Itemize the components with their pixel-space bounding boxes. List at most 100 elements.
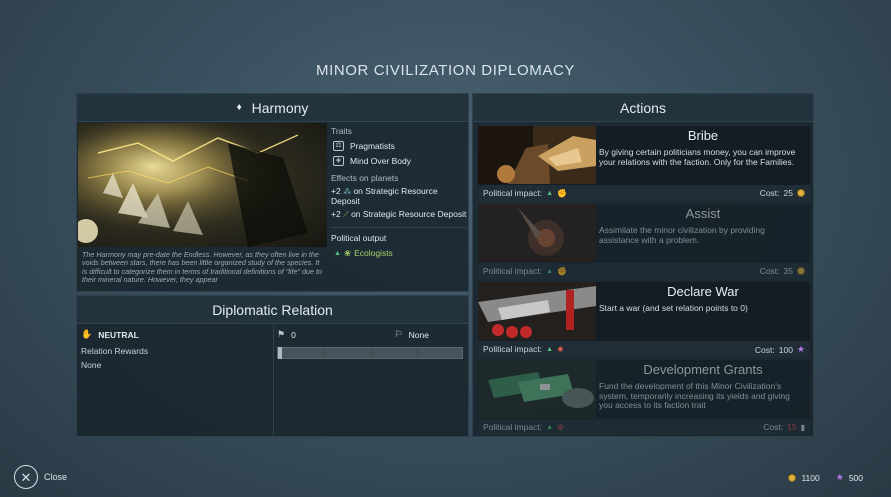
action-description: Start a war (and set relation points to … <box>599 303 748 313</box>
bar-segment <box>417 348 418 358</box>
political-impact: Political impact: ▲ ⚙ <box>483 422 564 432</box>
impact-label: Political impact: <box>483 266 543 276</box>
dust-icon <box>797 267 805 275</box>
relation-status-label: NEUTRAL <box>98 329 139 340</box>
flame-icon: ✹ <box>557 344 564 354</box>
action-footer: Political impact: ▲ ✊ Cost: 25 <box>478 185 810 201</box>
faction-panel: ♦ Harmony The Harmony may pre-date the E <box>76 93 469 292</box>
political-impact: Political impact: ▲ ✹ <box>483 344 564 354</box>
increase-arrow-icon: ▲ <box>334 249 341 257</box>
dust-icon <box>788 473 797 482</box>
bribe-image <box>478 126 596 184</box>
impact-label: Political impact: <box>483 344 543 354</box>
ecologists-icon: ❀ <box>343 247 352 258</box>
relation-title: Diplomatic Relation <box>77 296 468 324</box>
cost-value: 25 <box>783 188 793 198</box>
action-assist[interactable]: Assist Assimilate the minor civilization… <box>478 204 810 279</box>
close-button[interactable]: ✕ Close <box>14 465 67 489</box>
political-output-value: Ecologists <box>354 248 393 258</box>
relation-panel: Diplomatic Relation ✋ NEUTRAL Relation R… <box>76 295 469 437</box>
relation-progress-marker <box>278 347 282 359</box>
action-description: Assimilate the minor civilization by pro… <box>599 225 765 245</box>
action-title: Declare War <box>667 284 739 299</box>
impact-label: Political impact: <box>483 188 543 198</box>
gear-icon: ⚙ <box>557 422 565 432</box>
actions-panel: Actions Bribe By giving certain politici… <box>472 93 814 437</box>
action-footer: Political impact: ▲ ✹ Cost: 100 ★ <box>478 341 810 357</box>
handshake-icon: ✋ <box>81 329 93 339</box>
mind-over-body-trait-icon: ◈ <box>333 156 344 166</box>
relation-status: ✋ NEUTRAL <box>81 329 271 340</box>
fist-icon: ✊ <box>557 188 567 198</box>
screen-title: MINOR CIVILIZATION DIPLOMACY <box>315 62 576 79</box>
traits-label: Traits <box>331 126 352 136</box>
action-title: Bribe <box>687 128 719 143</box>
bar-segment <box>324 348 325 358</box>
faction-description: The Harmony may pre-date the Endless. Ho… <box>82 251 323 284</box>
development-grants-image <box>478 360 596 418</box>
increase-arrow-icon: ▲ <box>546 189 553 197</box>
action-cost: Cost: 35 <box>760 266 805 276</box>
action-cost: Cost: 15 ▮ <box>763 422 805 432</box>
effect-item: +2 ⁂ on Strategic Resource Deposit <box>331 186 467 206</box>
cost-value: 35 <box>783 266 793 276</box>
increase-arrow-icon: ▲ <box>546 345 553 353</box>
influence-icon: ★ <box>835 472 844 482</box>
cost-value: 100 <box>778 344 793 355</box>
effects-label: Effects on planets <box>331 173 399 183</box>
relation-progress-bar <box>277 347 463 359</box>
relation-divider <box>273 325 274 436</box>
action-description: By giving certain politicians money, you… <box>599 147 796 167</box>
impact-label: Political impact: <box>483 422 543 432</box>
faction-artwork <box>78 123 327 247</box>
dust-value: 1100 <box>801 472 820 483</box>
industry-icon: ▮ <box>800 422 805 432</box>
cost-value: 15 <box>787 422 797 432</box>
action-declare-war[interactable]: Declare War Start a war (and set relatio… <box>478 282 810 357</box>
faction-traits: Traits ⚖ Pragmatists ◈ Mind Over Body Ef… <box>331 123 467 259</box>
declare-war-image <box>478 282 596 340</box>
trait-label: Mind Over Body <box>350 156 411 166</box>
dust-stock: 1100 <box>788 472 820 483</box>
close-icon: ✕ <box>14 465 38 489</box>
action-title: Assist <box>685 206 721 221</box>
faction-header: ♦ Harmony <box>77 94 468 122</box>
bar-segment <box>371 348 372 358</box>
political-impact: Political impact: ▲ ✊ <box>483 266 567 276</box>
cost-label: Cost: <box>763 422 784 432</box>
action-cost: Cost: 100 ★ <box>755 344 805 355</box>
traits-divider <box>331 226 467 228</box>
pragmatists-trait-icon: ⚖ <box>333 141 344 151</box>
cost-label: Cost: <box>759 188 780 198</box>
action-footer: Political impact: ▲ ⚙ Cost: 15 ▮ <box>478 419 810 435</box>
action-bribe[interactable]: Bribe By giving certain politicians mone… <box>478 126 810 201</box>
relation-rewards-value: None <box>81 360 102 370</box>
close-label: Close <box>44 472 68 482</box>
cost-label: Cost: <box>754 344 775 355</box>
trait-label: Pragmatists <box>350 141 395 151</box>
relation-next-value: None <box>408 329 429 340</box>
trait-item[interactable]: ◈ Mind Over Body <box>331 156 467 166</box>
political-output-item[interactable]: ▲ ❀ Ecologists <box>331 248 467 259</box>
influence-stock: ★ 500 <box>836 472 863 483</box>
industry-icon: ⟋ <box>343 210 349 219</box>
effect-amount: +2 <box>331 186 341 196</box>
relation-points: ⚑ 0 <box>277 329 296 340</box>
relation-points-icon: ⚑ <box>277 329 286 339</box>
action-footer: Political impact: ▲ ✊ Cost: 35 <box>478 263 810 279</box>
effect-item: +2 ⟋ on Strategic Resource Deposit <box>331 209 467 220</box>
next-level-icon: ⚐ <box>394 329 403 339</box>
action-cost: Cost: 25 <box>760 188 805 198</box>
relation-next: ⚐ None <box>395 329 429 340</box>
influence-value: 500 <box>848 472 863 483</box>
trait-item[interactable]: ⚖ Pragmatists <box>331 141 467 151</box>
dust-icon <box>797 189 805 197</box>
increase-arrow-icon: ▲ <box>546 267 553 275</box>
actions-title: Actions <box>473 94 813 122</box>
increase-arrow-icon: ▲ <box>546 423 553 431</box>
faction-leaf-icon: ♦ <box>236 102 242 113</box>
faction-name: Harmony <box>251 99 309 116</box>
political-impact: Political impact: ▲ ✊ <box>483 188 567 198</box>
action-development-grants[interactable]: Development Grants Fund the development … <box>478 360 810 435</box>
assist-image <box>478 204 596 262</box>
